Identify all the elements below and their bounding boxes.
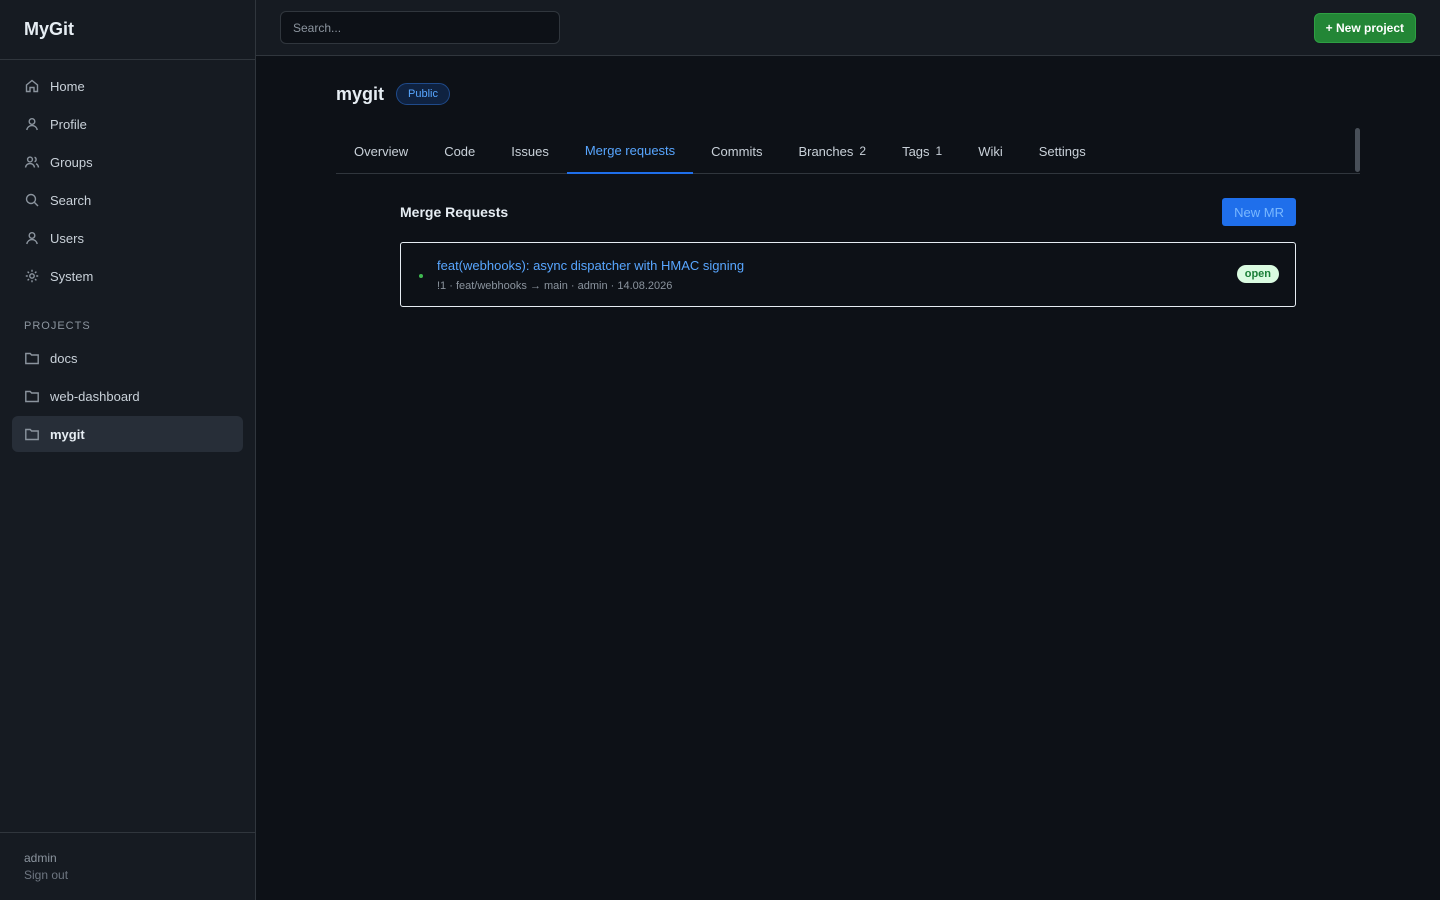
visibility-badge: Public xyxy=(396,83,450,105)
main-content: mygit Public Overview Code Issues Merge … xyxy=(336,56,1360,307)
section-title: Merge Requests xyxy=(400,204,509,220)
new-project-button[interactable]: + New project xyxy=(1313,13,1416,43)
tab-settings[interactable]: Settings xyxy=(1021,128,1104,174)
sidebar-item-label: docs xyxy=(50,350,78,366)
sidebar-item-label: Home xyxy=(50,78,85,94)
status-badge: open xyxy=(1236,265,1279,283)
sidebar-item-label: Search xyxy=(50,192,92,208)
folder-icon xyxy=(24,388,40,404)
user-icon xyxy=(24,230,40,246)
sidebar-item-label: Groups xyxy=(50,154,93,170)
sidebar-item-search[interactable]: Search xyxy=(12,182,243,218)
sidebar-item-home[interactable]: Home xyxy=(12,68,243,104)
home-icon xyxy=(24,78,40,94)
tab-merge-requests[interactable]: Merge requests xyxy=(566,128,694,174)
list-item[interactable]: feat(webhooks): async dispatcher with HM… xyxy=(400,242,1296,307)
tab-branches[interactable]: Branches 2 xyxy=(780,128,884,174)
tab-label: Code xyxy=(444,143,476,159)
tab-code[interactable]: Code xyxy=(426,128,493,174)
sidebar-project-docs[interactable]: docs xyxy=(12,340,243,376)
sidebar-item-label: Profile xyxy=(50,116,87,132)
tab-count: 1 xyxy=(935,144,943,158)
sidebar-item-users[interactable]: Users xyxy=(12,220,243,256)
tab-label: Overview xyxy=(354,143,409,159)
merge-requests-header: Merge Requests New MR xyxy=(400,198,1296,226)
sidebar-project-web-dashboard[interactable]: web-dashboard xyxy=(12,378,243,414)
tab-label: Commits xyxy=(711,143,763,159)
tab-commits[interactable]: Commits xyxy=(693,128,780,174)
main-nav: Home Profile Groups Search Users System xyxy=(0,60,255,294)
tab-label: Issues xyxy=(511,143,549,159)
user-icon xyxy=(24,116,40,132)
tab-wiki[interactable]: Wiki xyxy=(960,128,1021,174)
tab-overview[interactable]: Overview xyxy=(336,128,426,174)
sidebar-item-system[interactable]: System xyxy=(12,258,243,294)
gear-icon xyxy=(24,268,40,284)
users-icon xyxy=(24,154,40,170)
search-icon xyxy=(24,192,40,208)
tab-count: 2 xyxy=(859,144,867,158)
tab-label: Merge requests xyxy=(584,142,676,158)
sidebar-footer: admin Sign out xyxy=(0,832,255,900)
merge-requests-section: Merge Requests New MR feat(webhooks): as… xyxy=(400,198,1296,307)
tab-issues[interactable]: Issues xyxy=(493,128,567,174)
folder-icon xyxy=(24,350,40,366)
folder-icon xyxy=(24,426,40,442)
sidebar: MyGit Home Profile Groups Search Users S… xyxy=(0,0,256,900)
tab-label: Tags xyxy=(902,143,930,159)
sidebar-project-mygit[interactable]: mygit xyxy=(12,416,243,452)
sidebar-item-groups[interactable]: Groups xyxy=(12,144,243,180)
tabs-scrollbar[interactable] xyxy=(1355,128,1360,172)
repo-header: mygit Public xyxy=(336,82,1360,106)
tab-label: Branches xyxy=(798,143,854,159)
sidebar-item-label: mygit xyxy=(50,426,85,442)
repo-tabs: Overview Code Issues Merge requests Comm… xyxy=(336,128,1360,174)
topbar: + New project xyxy=(256,0,1440,56)
sign-out-link[interactable]: Sign out xyxy=(24,868,231,882)
merge-request-title-link[interactable]: feat(webhooks): async dispatcher with HM… xyxy=(437,258,744,273)
repo-name: mygit xyxy=(336,83,385,104)
status-dot-icon xyxy=(419,274,423,278)
tab-tags[interactable]: Tags 1 xyxy=(884,128,960,174)
sidebar-item-label: System xyxy=(50,268,94,284)
tab-label: Wiki xyxy=(978,143,1003,159)
sidebar-item-profile[interactable]: Profile xyxy=(12,106,243,142)
tab-label: Settings xyxy=(1038,143,1086,159)
sidebar-item-label: web-dashboard xyxy=(50,388,140,404)
projects-section-label: PROJECTS xyxy=(24,320,91,332)
merge-request-meta: !1 · feat/webhooks → main · admin · 14.0… xyxy=(437,280,673,292)
app-brand[interactable]: MyGit xyxy=(0,0,255,60)
sidebar-item-label: Users xyxy=(50,230,84,246)
search-input[interactable] xyxy=(280,11,560,44)
new-mr-button[interactable]: New MR xyxy=(1222,198,1296,226)
current-user: admin xyxy=(24,851,57,865)
